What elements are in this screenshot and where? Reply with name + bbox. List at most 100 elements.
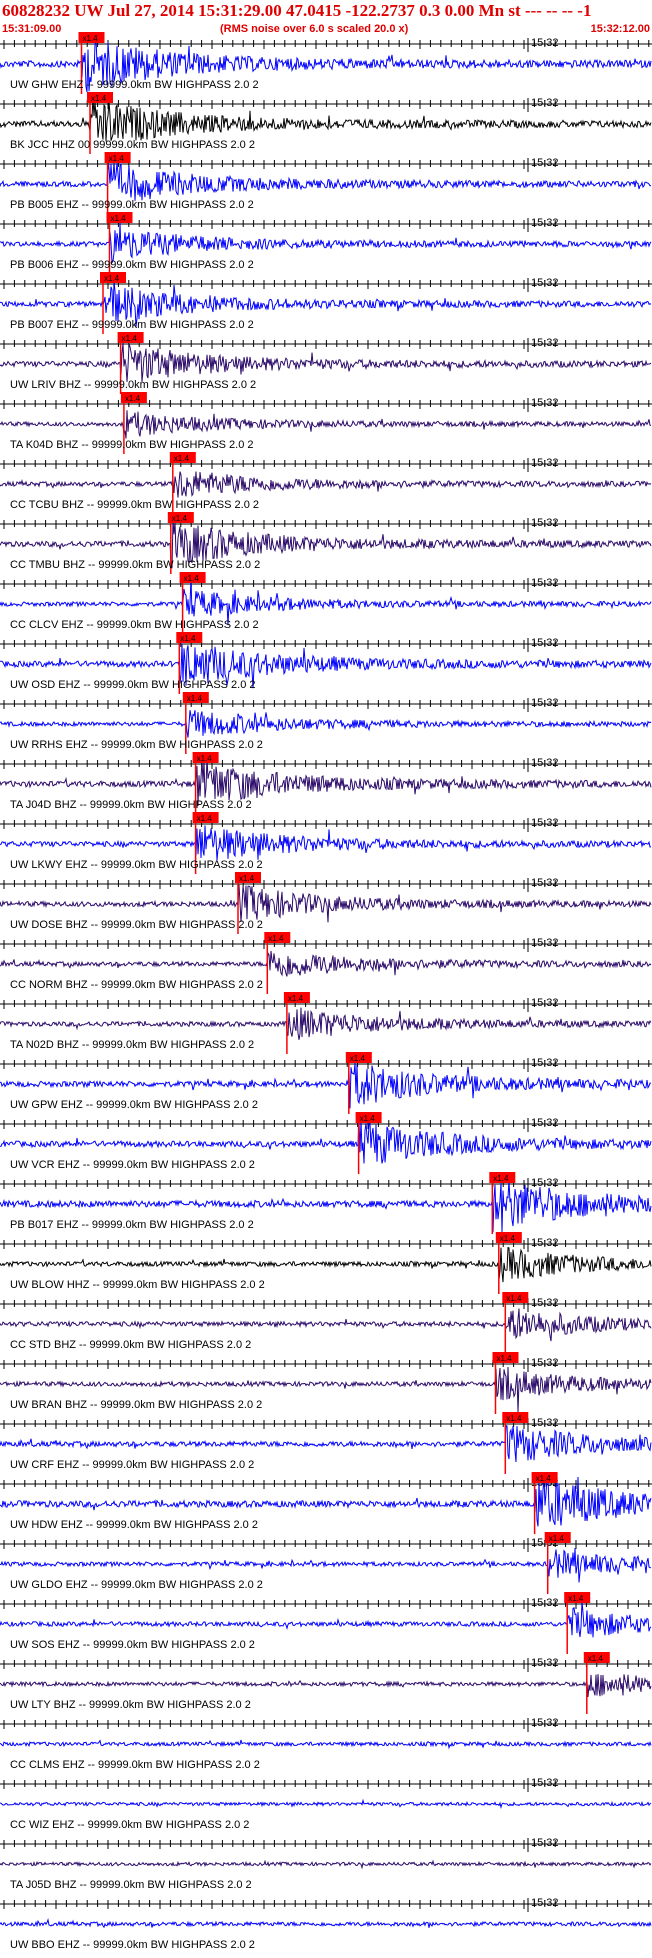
trace-7: 15:32 x1.4 CC TCBU BHZ -- 99999.0km BW HIG…	[0, 452, 652, 514]
trace-5: 15:32 x1.4 UW LRIV BHZ -- 99999.0km BW HIG…	[0, 332, 652, 394]
pick-label: x1.4	[83, 34, 99, 43]
trace-28: 15:32 CC CLMS EHZ -- 99999.0km BW HIGHPAS…	[0, 1717, 652, 1771]
waveform	[0, 1424, 652, 1463]
pick-label: x1.4	[104, 274, 120, 283]
pick-label: x1.4	[174, 454, 190, 463]
trace-label: UW LRIV BHZ -- 99999.0km BW HIGHPASS 2.0…	[10, 379, 256, 391]
trace-9: 15:32 x1.4 CC CLCV EHZ -- 99999.0km BW HIG…	[0, 572, 652, 634]
trace-label: UW BLOW HHZ -- 99999.0km BW HIGHPASS 2.0…	[10, 1279, 265, 1291]
minute-label: 15:32	[531, 277, 559, 289]
trace-label: UW DOSE BHZ -- 99999.0km BW HIGHPASS 2.0…	[10, 919, 263, 931]
seismogram-page: 60828232 UW Jul 27, 2014 15:31:29.00 47.…	[0, 0, 652, 1958]
trace-29: 15:32 CC WIZ EHZ -- 99999.0km BW HIGHPASS…	[0, 1777, 652, 1831]
minute-label: 15:32	[531, 1237, 559, 1249]
waveform	[0, 1308, 652, 1342]
pick-label: x1.4	[91, 94, 107, 103]
minute-label: 15:32	[531, 157, 559, 169]
pick-label: x1.4	[197, 814, 213, 823]
trace-label: UW LTY BHZ -- 99999.0km BW HIGHPASS 2.0 …	[10, 1699, 251, 1711]
minute-label: 15:32	[531, 1657, 559, 1669]
trace-label: CC TMBU BHZ -- 99999.0km BW HIGHPASS 2.0…	[10, 559, 260, 571]
trace-label: PB B005 EHZ -- 99999.0km BW HIGHPASS 2.0…	[10, 199, 254, 211]
waveform	[0, 1548, 652, 1583]
trace-22: 15:32 x1.4 UW BRAN BHZ -- 99999.0km BW HIG…	[0, 1352, 652, 1414]
trace-19: 15:32 x1.4 PB B017 EHZ -- 99999.0km BW HIG…	[0, 1172, 652, 1234]
waveform	[0, 710, 652, 738]
minute-label: 15:32	[531, 457, 559, 469]
trace-17: 15:32 x1.4 UW GPW EHZ -- 99999.0km BW HIGH…	[0, 1052, 652, 1114]
trace-label: PB B006 EHZ -- 99999.0km BW HIGHPASS 2.0…	[10, 259, 254, 271]
minute-label: 15:32	[531, 217, 559, 229]
trace-label: UW SOS EHZ -- 99999.0km BW HIGHPASS 2.0 …	[10, 1639, 255, 1651]
pick-label: x1.4	[122, 334, 138, 343]
minute-label: 15:32	[531, 1177, 559, 1189]
trace-15: 15:32 x1.4 CC NORM BHZ -- 99999.0km BW HIG…	[0, 932, 652, 994]
waveform	[0, 471, 652, 498]
minute-label: 15:32	[531, 877, 559, 889]
pick-label: x1.4	[568, 1594, 584, 1603]
trace-label: UW HDW EHZ -- 99999.0km BW HIGHPASS 2.0 …	[10, 1519, 258, 1531]
minute-label: 15:32	[531, 817, 559, 829]
trace-18: 15:32 x1.4 UW VCR EHZ -- 99999.0km BW HIGH…	[0, 1112, 652, 1174]
minute-label: 15:32	[531, 1357, 559, 1369]
pick-label: x1.4	[506, 1294, 522, 1303]
trace-label: CC NORM BHZ -- 99999.0km BW HIGHPASS 2.0…	[10, 979, 263, 991]
trace-30: 15:32 TA J05D BHZ -- 99999.0km BW HIGHPAS…	[0, 1837, 652, 1891]
minute-label: 15:32	[531, 937, 559, 949]
trace-2: 15:32 x1.4 PB B005 EHZ -- 99999.0km BW HIG…	[0, 152, 652, 214]
waveform	[0, 884, 652, 923]
pick-label: x1.4	[500, 1234, 516, 1243]
pick-label: x1.4	[180, 634, 196, 643]
pick-label: x1.4	[239, 874, 255, 883]
pick-label: x1.4	[536, 1474, 552, 1483]
trace-label: UW LKWY EHZ -- 99999.0km BW HIGHPASS 2.0…	[10, 859, 263, 871]
trace-label: UW GHW EHZ -- 99999.0km BW HIGHPASS 2.0 …	[10, 79, 259, 91]
minute-label: 15:32	[531, 1837, 559, 1849]
trace-16: 15:32 x1.4 TA N02D BHZ -- 99999.0km BW HIG…	[0, 992, 652, 1054]
trace-23: 15:32 x1.4 UW CRF EHZ -- 99999.0km BW HIGH…	[0, 1412, 652, 1474]
trace-label: UW VCR EHZ -- 99999.0km BW HIGHPASS 2.0 …	[10, 1159, 255, 1171]
pick-label: x1.4	[360, 1114, 376, 1123]
trace-label: CC CLMS EHZ -- 99999.0km BW HIGHPASS 2.0…	[10, 1759, 260, 1771]
pick-label: x1.4	[172, 514, 188, 523]
minute-label: 15:32	[531, 1297, 559, 1309]
trace-21: 15:32 x1.4 CC STD BHZ -- 99999.0km BW HIGH…	[0, 1292, 652, 1354]
pick-label: x1.4	[109, 154, 125, 163]
waveform	[0, 1798, 652, 1810]
trace-13: 15:32 x1.4 UW LKWY EHZ -- 99999.0km BW HIG…	[0, 812, 652, 874]
trace-12: 15:32 x1.4 TA J04D BHZ -- 99999.0km BW HIG…	[0, 752, 652, 814]
minute-label: 15:32	[531, 757, 559, 769]
waveform	[0, 1918, 652, 1929]
pick-label: x1.4	[588, 1654, 604, 1663]
trace-label: UW CRF EHZ -- 99999.0km BW HIGHPASS 2.0 …	[10, 1459, 254, 1471]
waveform	[0, 1739, 652, 1750]
waveform	[0, 825, 652, 861]
trace-label: UW GPW EHZ -- 99999.0km BW HIGHPASS 2.0 …	[10, 1099, 258, 1111]
waveform	[0, 1674, 652, 1698]
pick-label: x1.4	[549, 1534, 565, 1543]
trace-label: PB B007 EHZ -- 99999.0km BW HIGHPASS 2.0…	[10, 319, 254, 331]
trace-label: UW OSD EHZ -- 99999.0km BW HIGHPASS 2.0 …	[10, 679, 256, 691]
pick-label: x1.4	[111, 214, 127, 223]
trace-label: TA J04D BHZ -- 99999.0km BW HIGHPASS 2.0…	[10, 799, 252, 811]
trace-3: 15:32 x1.4 PB B006 EHZ -- 99999.0km BW HIG…	[0, 212, 652, 274]
trace-label: TA J05D BHZ -- 99999.0km BW HIGHPASS 2.0…	[10, 1879, 252, 1891]
minute-label: 15:32	[531, 1897, 559, 1909]
trace-10: 15:32 x1.4 UW OSD EHZ -- 99999.0km BW HIGH…	[0, 632, 652, 694]
minute-label: 15:32	[531, 97, 559, 109]
trace-31: 15:32 UW BBO EHZ -- 99999.0km BW HIGHPASS…	[0, 1897, 652, 1951]
pick-label: x1.4	[493, 1174, 509, 1183]
trace-label: UW GLDO EHZ -- 99999.0km BW HIGHPASS 2.0…	[10, 1579, 263, 1591]
trace-label: CC WIZ EHZ -- 99999.0km BW HIGHPASS 2.0 …	[10, 1819, 249, 1831]
trace-26: 15:32 x1.4 UW SOS EHZ -- 99999.0km BW HIGH…	[0, 1592, 652, 1654]
waveform	[0, 410, 652, 439]
minute-label: 15:32	[531, 1777, 559, 1789]
minute-label: 15:32	[531, 697, 559, 709]
pick-label: x1.4	[268, 934, 284, 943]
minute-label: 15:32	[531, 577, 559, 589]
pick-label: x1.4	[288, 994, 304, 1003]
pick-label: x1.4	[350, 1054, 366, 1063]
trace-label: CC STD BHZ -- 99999.0km BW HIGHPASS 2.0 …	[10, 1339, 251, 1351]
minute-label: 15:32	[531, 1417, 559, 1429]
pick-label: x1.4	[506, 1414, 522, 1423]
